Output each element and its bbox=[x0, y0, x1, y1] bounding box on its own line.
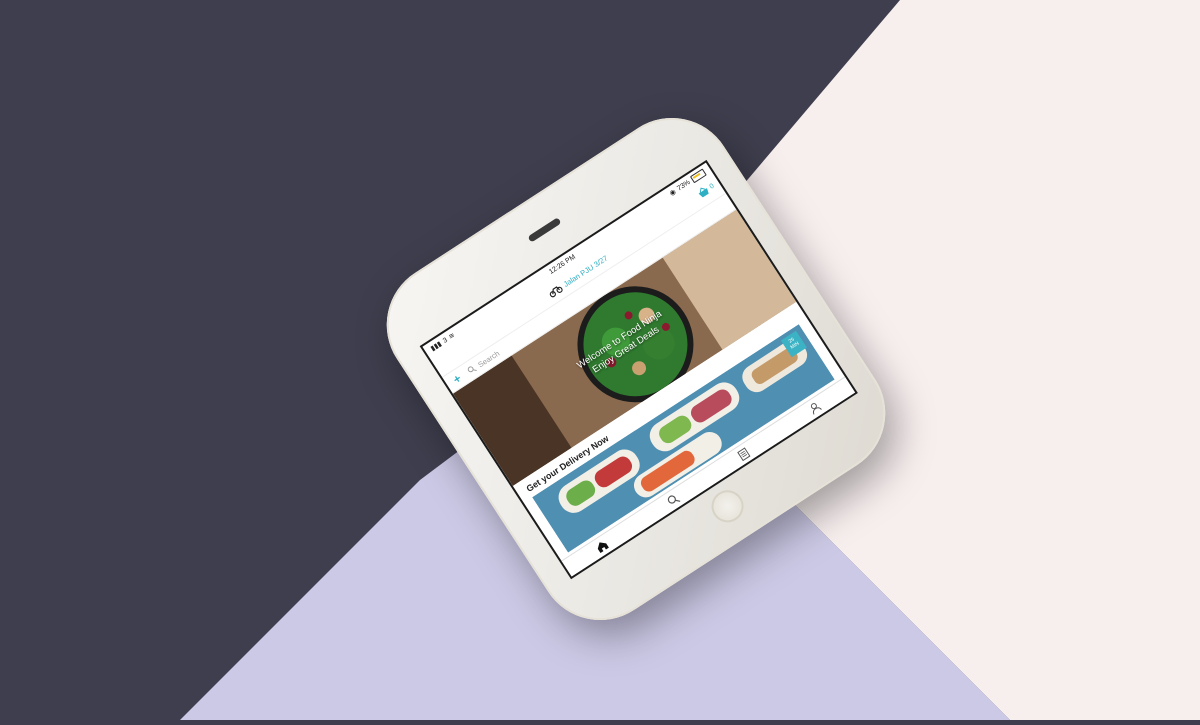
location-services-icon: ◉ bbox=[668, 188, 678, 198]
profile-icon[interactable] bbox=[806, 400, 823, 417]
home-icon[interactable] bbox=[594, 538, 611, 555]
wifi-icon: ≋ bbox=[447, 331, 457, 341]
search-tab-icon[interactable] bbox=[665, 492, 682, 509]
search-icon bbox=[467, 366, 477, 373]
add-icon[interactable]: + bbox=[450, 371, 464, 387]
cart-button[interactable]: 0 bbox=[696, 181, 716, 199]
orders-icon[interactable] bbox=[736, 446, 753, 463]
scooter-icon bbox=[549, 286, 563, 298]
carrier-label: 3 bbox=[441, 336, 449, 345]
